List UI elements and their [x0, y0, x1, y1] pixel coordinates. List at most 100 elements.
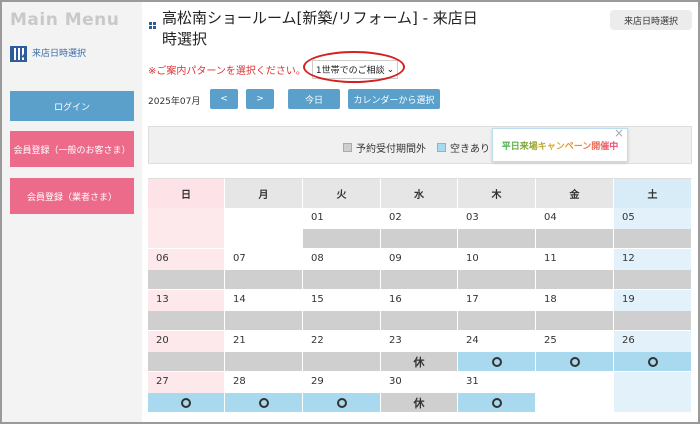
calendar-day-cell[interactable]: 28 [225, 372, 303, 413]
calendar-day-cell[interactable]: 25 [536, 331, 614, 372]
available-slot[interactable] [458, 352, 535, 371]
day-number: 04 [536, 208, 613, 229]
unavailable-slot [225, 270, 302, 289]
unavailable-slot [614, 393, 691, 412]
available-slot[interactable] [458, 393, 535, 412]
unavailable-slot [303, 311, 380, 330]
unavailable-slot [381, 270, 457, 289]
today-button[interactable]: 今日 [288, 89, 340, 109]
unavailable-slot [303, 229, 380, 248]
campaign-text: 平日来場キャンペーン開催中 [502, 139, 619, 152]
available-circle-icon [647, 356, 658, 367]
unavailable-slot [536, 311, 613, 330]
legend-swatch-gray [343, 143, 352, 152]
calendar-week-row: 01 02 03 04 05 [148, 208, 692, 249]
calendar-edit-icon [10, 44, 27, 62]
weekday-fri: 金 [536, 178, 614, 208]
calendar-day-cell: 12 [614, 249, 692, 290]
available-slot[interactable] [614, 352, 691, 371]
weekday-mon: 月 [225, 178, 303, 208]
closed-slot: 休 [381, 393, 457, 412]
calendar-week-row: 06 07 08 09 10 11 12 [148, 249, 692, 290]
dealer-register-button[interactable]: 会員登録（業者さま） [10, 178, 134, 214]
legend-available: 空きあり [437, 140, 490, 155]
next-month-button[interactable]: > [246, 89, 274, 109]
visit-date-button[interactable]: 来店日時選択 [610, 10, 692, 30]
unavailable-slot [225, 311, 302, 330]
day-number: 16 [381, 290, 457, 311]
available-circle-icon [491, 356, 502, 367]
calendar-day-cell: 06 [148, 249, 225, 290]
campaign-popup[interactable]: 平日来場キャンペーン開催中 [492, 128, 628, 162]
unavailable-slot [148, 270, 224, 289]
calendar-day-cell: 13 [148, 290, 225, 331]
day-number: 27 [148, 372, 224, 393]
pattern-select[interactable]: 1世帯でのご相談 ⌄ [311, 60, 399, 79]
calendar-day-cell: 17 [458, 290, 536, 331]
available-slot[interactable] [536, 352, 613, 371]
unavailable-slot [381, 311, 457, 330]
day-number: 02 [381, 208, 457, 229]
legend-outside: 予約受付期間外 [343, 140, 426, 155]
day-number: 08 [303, 249, 380, 270]
calendar-day-cell: 01 [303, 208, 381, 249]
day-number [536, 372, 613, 393]
calendar-day-cell[interactable]: 26 [614, 331, 692, 372]
grid-icon [149, 22, 156, 29]
calendar-day-cell [225, 208, 303, 249]
day-number: 07 [225, 249, 302, 270]
available-slot[interactable] [148, 393, 224, 412]
day-number: 22 [303, 331, 380, 352]
day-number: 23 [381, 331, 457, 352]
page-frame: Main Menu 来店日時選択 ログイン 会員登録（一般のお客さま） 会員登録… [0, 0, 700, 424]
member-register-button[interactable]: 会員登録（一般のお客さま） [10, 131, 134, 167]
calendar-day-cell: 04 [536, 208, 614, 249]
calendar-select-button[interactable]: カレンダーから選択 [348, 89, 440, 109]
weekday-wed: 水 [381, 178, 458, 208]
day-number: 05 [614, 208, 691, 229]
day-number: 09 [381, 249, 457, 270]
legend-outside-label: 予約受付期間外 [356, 144, 426, 155]
main-menu-title: Main Menu [10, 10, 120, 30]
month-label: 2025年07月 [148, 97, 201, 107]
weekday-thu: 木 [458, 178, 536, 208]
prev-month-button[interactable]: < [210, 89, 238, 109]
calendar-day-cell: 02 [381, 208, 458, 249]
calendar-day-cell: 08 [303, 249, 381, 290]
close-icon[interactable]: × [614, 126, 624, 140]
legend-swatch-blue [437, 143, 446, 152]
unavailable-slot [381, 229, 457, 248]
day-number: 03 [458, 208, 535, 229]
calendar-day-cell: 30 休 [381, 372, 458, 413]
pattern-row: ※ご案内パターンを選択ください。 1世帯でのご相談 ⌄ [148, 60, 399, 79]
calendar-day-cell: 15 [303, 290, 381, 331]
day-number [614, 372, 691, 393]
calendar-day-cell: 11 [536, 249, 614, 290]
calendar-day-cell[interactable]: 29 [303, 372, 381, 413]
sidebar-link-visit-date[interactable]: 来店日時選択 [10, 44, 86, 62]
calendar-day-cell: 18 [536, 290, 614, 331]
unavailable-slot [536, 229, 613, 248]
available-circle-icon [336, 397, 347, 408]
calendar-day-cell[interactable]: 27 [148, 372, 225, 413]
available-slot[interactable] [303, 393, 380, 412]
calendar-day-cell: 22 [303, 331, 381, 372]
day-number: 12 [614, 249, 691, 270]
calendar-day-cell[interactable]: 24 [458, 331, 536, 372]
login-button[interactable]: ログイン [10, 91, 134, 121]
calendar-day-cell[interactable]: 31 [458, 372, 536, 413]
day-number: 19 [614, 290, 691, 311]
sidebar: Main Menu 来店日時選択 ログイン 会員登録（一般のお客さま） 会員登録… [2, 2, 142, 422]
day-number: 06 [148, 249, 224, 270]
calendar-day-cell: 19 [614, 290, 692, 331]
available-circle-icon [491, 397, 502, 408]
unavailable-slot [614, 311, 691, 330]
available-slot[interactable] [225, 393, 302, 412]
calendar-header: 日 月 火 水 木 金 土 [148, 178, 692, 208]
unavailable-slot [458, 229, 535, 248]
day-number [148, 208, 224, 229]
available-circle-icon [181, 397, 191, 408]
day-number: 17 [458, 290, 535, 311]
calendar-day-cell: 16 [381, 290, 458, 331]
calendar-day-cell: 05 [614, 208, 692, 249]
